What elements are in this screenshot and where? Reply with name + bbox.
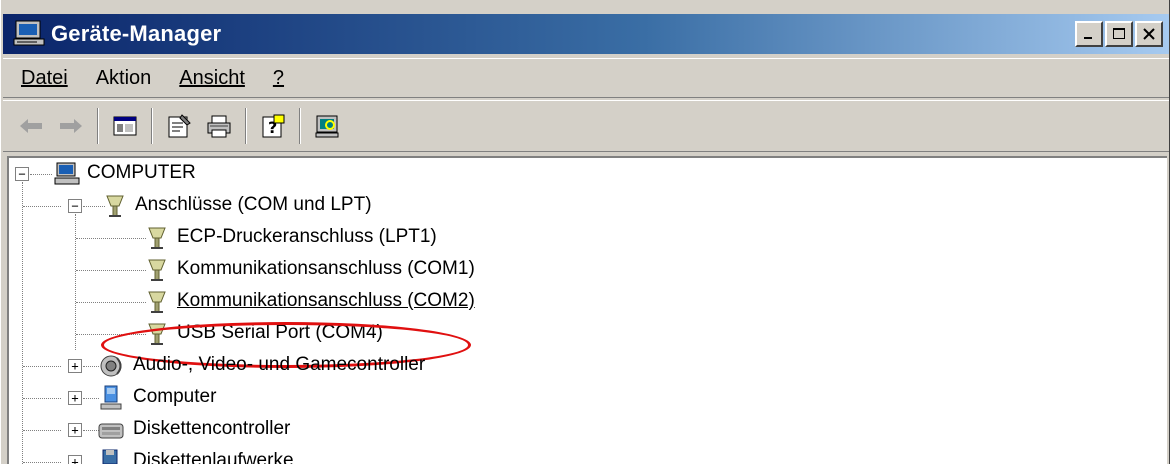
maximize-button[interactable]	[1105, 21, 1133, 47]
properties-button[interactable]	[161, 108, 197, 144]
speaker-icon	[97, 352, 125, 380]
menu-ansicht-label: Ansicht	[179, 66, 245, 89]
tree-connector	[76, 270, 146, 271]
tree-node-com2[interactable]: Kommunikationsanschluss (COM2)	[177, 290, 475, 312]
menu-datei-label: Datei	[21, 66, 68, 89]
expand-toggle[interactable]: +	[68, 423, 82, 437]
show-hide-tree-icon	[113, 116, 137, 136]
tree-connector	[76, 334, 146, 335]
port-connector-icon	[143, 320, 171, 348]
help-icon: ?	[262, 114, 285, 138]
collapse-toggle[interactable]: −	[15, 167, 29, 181]
computer-icon	[53, 160, 81, 188]
toolbar-separator	[151, 108, 153, 144]
expand-toggle[interactable]: +	[68, 455, 82, 464]
tree-connector	[76, 302, 146, 303]
toolbar-separator	[97, 108, 99, 144]
tree-node-floppy-drives[interactable]: Diskettenlaufwerke	[133, 450, 294, 464]
menu-help-label: ?	[272, 66, 285, 89]
back-icon	[20, 119, 42, 133]
window-controls	[1073, 21, 1163, 47]
forward-button[interactable]	[53, 108, 89, 144]
back-button[interactable]	[13, 108, 49, 144]
device-manager-window: Geräte-Manager Datei Aktion Ansicht ? ? …	[0, 0, 1170, 464]
port-connector-icon	[143, 288, 171, 316]
computer-icon	[11, 19, 47, 49]
tree-connector	[23, 462, 61, 463]
properties-icon	[168, 114, 191, 138]
menu-aktion[interactable]: Aktion	[82, 67, 166, 90]
title-bar[interactable]: Geräte-Manager	[3, 14, 1169, 54]
menu-help[interactable]: ?	[259, 67, 298, 90]
print-button[interactable]	[201, 108, 237, 144]
floppy-drive-icon	[97, 448, 125, 464]
show-hide-tree-button[interactable]	[107, 108, 143, 144]
tree-node-floppy-controller[interactable]: Diskettencontroller	[133, 418, 290, 440]
tree-node-computer[interactable]: Computer	[133, 386, 216, 408]
tree-connector	[30, 174, 52, 175]
tree-connector	[23, 206, 61, 207]
minimize-button[interactable]	[1075, 21, 1103, 47]
floppy-controller-icon	[97, 416, 125, 444]
tree-node-com4[interactable]: USB Serial Port (COM4)	[177, 322, 383, 344]
tree-connector	[23, 366, 61, 367]
menu-datei[interactable]: Datei	[3, 67, 82, 90]
tree-connector	[23, 430, 61, 431]
print-icon	[207, 115, 231, 138]
menu-aktion-label: Aktion	[95, 66, 152, 89]
maximize-icon	[1113, 28, 1125, 39]
port-connector-icon	[101, 192, 129, 220]
tree-node-com1[interactable]: Kommunikationsanschluss (COM1)	[177, 258, 475, 280]
computer-icon	[97, 384, 125, 412]
expand-toggle[interactable]: +	[68, 391, 82, 405]
tree-guide-line	[22, 182, 23, 464]
collapse-toggle[interactable]: −	[68, 199, 82, 213]
menu-bar: Datei Aktion Ansicht ?	[3, 58, 1169, 98]
menu-ansicht[interactable]: Ansicht	[165, 67, 259, 90]
close-button[interactable]	[1135, 21, 1163, 47]
tree-node-audio[interactable]: Audio-, Video- und Gamecontroller	[133, 354, 425, 376]
help-button[interactable]: ?	[255, 108, 291, 144]
expand-toggle[interactable]: +	[68, 359, 82, 373]
toolbar-separator	[245, 108, 247, 144]
toolbar: ?	[3, 100, 1169, 152]
scan-hardware-icon	[315, 115, 339, 138]
tree-guide-line	[75, 214, 76, 350]
scan-hardware-button[interactable]	[309, 108, 345, 144]
forward-icon	[60, 119, 82, 133]
toolbar-separator	[299, 108, 301, 144]
close-icon	[1143, 28, 1155, 40]
tree-connector	[23, 398, 61, 399]
tree-node-anschluesse[interactable]: Anschlüsse (COM und LPT)	[135, 194, 372, 216]
tree-connector	[76, 238, 146, 239]
port-connector-icon	[143, 256, 171, 284]
device-tree[interactable]: − COMPUTER − Anschlüsse (COM und LPT) EC…	[7, 156, 1167, 464]
window-title: Geräte-Manager	[51, 21, 222, 46]
tree-node-root[interactable]: COMPUTER	[87, 162, 196, 184]
port-connector-icon	[143, 224, 171, 252]
tree-node-lpt1[interactable]: ECP-Druckeranschluss (LPT1)	[177, 226, 437, 248]
minimize-icon	[1084, 37, 1092, 39]
